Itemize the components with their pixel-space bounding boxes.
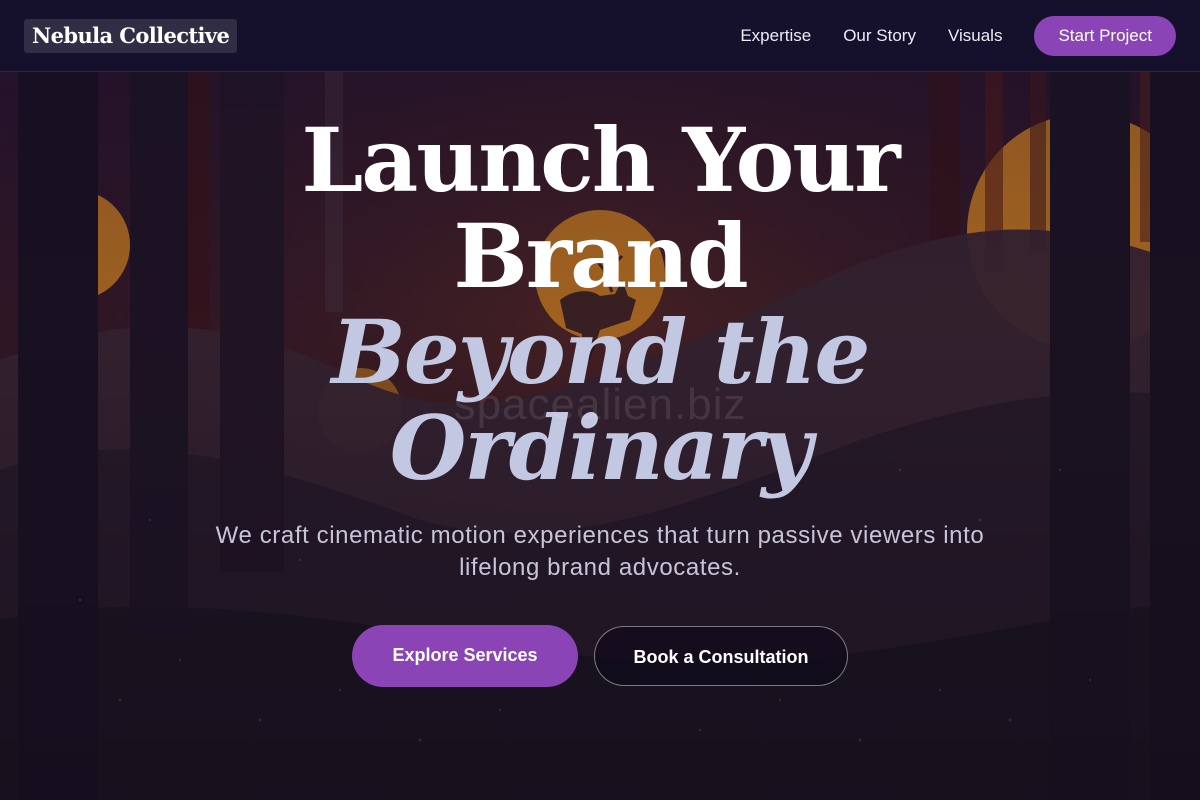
hero-page: Nebula Collective Expertise Our Story Vi… <box>0 0 1200 800</box>
nav-link-expertise[interactable]: Expertise <box>740 26 811 46</box>
nav-link-visuals[interactable]: Visuals <box>948 26 1003 46</box>
watermark-text: spacealien.biz <box>453 380 747 429</box>
top-navigation-bar: Nebula Collective Expertise Our Story Vi… <box>0 0 1200 72</box>
hero-headline: Launch Your Brand Beyond the Ordinary <box>0 112 1200 496</box>
explore-services-button[interactable]: Explore Services <box>352 625 578 687</box>
start-project-button[interactable]: Start Project <box>1034 16 1176 56</box>
main-nav: Expertise Our Story Visuals Start Projec… <box>740 16 1176 56</box>
brand-logo[interactable]: Nebula Collective <box>24 19 238 53</box>
book-consultation-button[interactable]: Book a Consultation <box>594 626 848 686</box>
hero-subtitle: We craft cinematic motion experiences th… <box>215 522 985 581</box>
nav-link-our-story[interactable]: Our Story <box>843 26 916 46</box>
hero-actions: Explore Services Book a Consultation <box>0 625 1200 687</box>
headline-line-1: Launch Your <box>301 108 900 212</box>
hero-section: Launch Your Brand Beyond the Ordinary <box>0 112 1200 496</box>
headline-line-2: Brand <box>453 204 748 308</box>
